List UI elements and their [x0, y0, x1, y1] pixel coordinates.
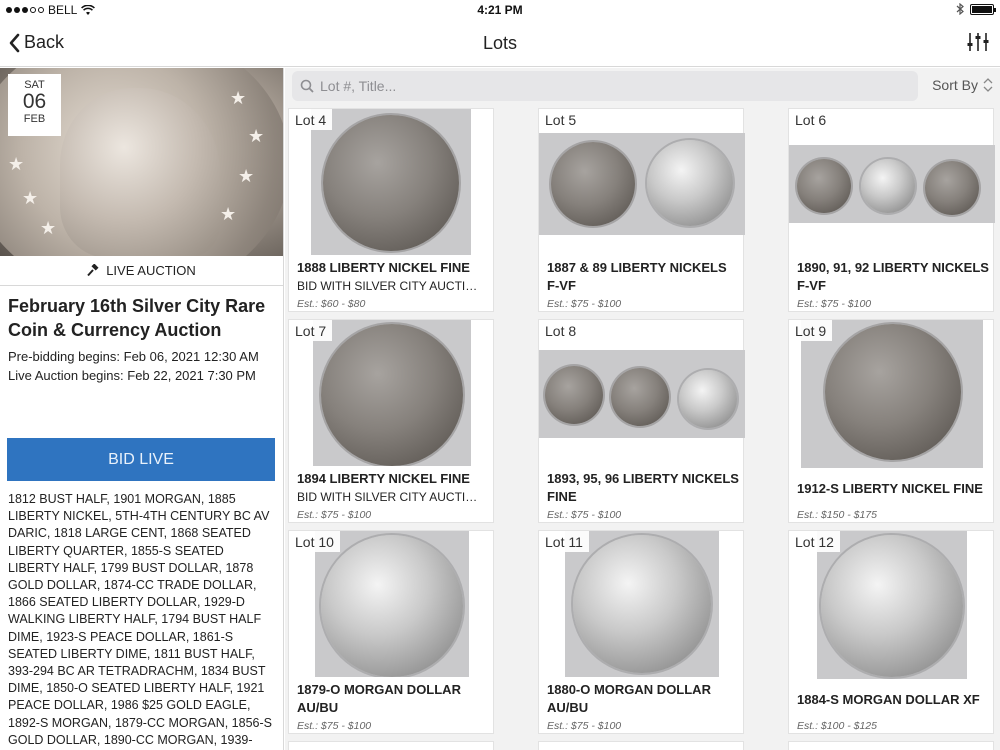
gavel-icon — [87, 264, 99, 277]
lot-title: 1912-S LIBERTY NICKEL FINE — [797, 481, 983, 496]
search-icon — [300, 79, 314, 93]
bid-live-button[interactable]: BID LIVE — [7, 438, 275, 481]
lot-title: 1884-S MORGAN DOLLAR XF — [797, 692, 980, 707]
date-badge: SAT 06 FEB — [8, 74, 61, 136]
sale-description: 1812 BUST HALF, 1901 MORGAN, 1885 LIBERT… — [8, 492, 272, 747]
date-day: 06 — [22, 90, 47, 113]
lot-card[interactable]: Lot 7 1894 LIBERTY NICKEL FINE BID WITH … — [288, 319, 494, 523]
lot-card[interactable]: Lot 4 1888 LIBERTY NICKEL FINE BID WITH … — [288, 108, 494, 312]
lot-card[interactable] — [288, 741, 494, 750]
lot-card[interactable]: Lot 6 1890, 91, 92 LIBERTY NICKELS F-VF … — [788, 108, 995, 312]
sale-title: February 16th Silver City Rare Coin & Cu… — [8, 296, 266, 340]
lot-title: 1894 LIBERTY NICKEL FINE — [297, 471, 470, 486]
lot-subtitle: BID WITH SILVER CITY AUCTION... — [297, 490, 485, 504]
date-month: FEB — [23, 113, 46, 125]
lot-number: Lot 4 — [289, 109, 333, 130]
lot-title: 1890, 91, 92 LIBERTY NICKELS F-VF — [797, 260, 989, 293]
lot-number: Lot 5 — [539, 109, 583, 130]
lot-estimate: Est.: $75 - $100 — [547, 509, 622, 521]
lot-title: 1880-O MORGAN DOLLAR AU/BU — [547, 682, 711, 715]
lot-card[interactable]: Lot 9 1912-S LIBERTY NICKEL FINE Est.: $… — [788, 319, 994, 523]
lot-title: 1888 LIBERTY NICKEL FINE — [297, 260, 470, 275]
lot-title: 1887 & 89 LIBERTY NICKELS F-VF — [547, 260, 727, 293]
lot-title: 1893, 95, 96 LIBERTY NICKELS FINE — [547, 471, 739, 504]
lot-card[interactable]: Lot 8 1893, 95, 96 LIBERTY NICKELS FINE … — [538, 319, 745, 523]
lot-card[interactable]: Lot 12 1884-S MORGAN DOLLAR XF Est.: $10… — [788, 530, 994, 734]
lot-image — [539, 350, 745, 438]
lot-estimate: Est.: $60 - $80 — [297, 298, 366, 310]
lot-image — [789, 145, 995, 223]
prebid-time: Pre-bidding begins: Feb 06, 2021 12:30 A… — [8, 349, 259, 364]
lot-estimate: Est.: $75 - $100 — [297, 720, 372, 732]
live-time: Live Auction begins: Feb 22, 2021 7:30 P… — [8, 368, 256, 383]
lot-estimate: Est.: $75 - $100 — [297, 509, 372, 521]
status-time: 4:21 PM — [477, 3, 523, 17]
lot-card[interactable]: Lot 10 1879-O MORGAN DOLLAR AU/BU Est.: … — [288, 530, 494, 734]
lot-number: Lot 7 — [289, 320, 333, 341]
lot-estimate: Est.: $75 - $100 — [797, 298, 872, 310]
lot-image — [313, 320, 471, 466]
lot-card[interactable] — [788, 741, 994, 750]
lot-number: Lot 8 — [539, 320, 583, 341]
lot-number: Lot 12 — [789, 531, 840, 552]
lot-image — [817, 531, 967, 679]
lot-number: Lot 11 — [539, 531, 589, 552]
sort-by-button[interactable]: Sort By — [932, 77, 994, 93]
lot-image — [311, 109, 471, 255]
sale-hero-image: ★ ★ ★ ★ ★ ★ ★ SAT 06 FEB — [0, 68, 283, 256]
lots-grid-panel: Sort By Lot 4 1888 LIBERTY NICKEL FINE B… — [285, 68, 1000, 750]
auction-type-row: LIVE AUCTION — [0, 256, 283, 286]
sort-by-label: Sort By — [932, 77, 978, 93]
sale-times: Pre-bidding begins: Feb 06, 2021 12:30 A… — [0, 342, 283, 385]
status-bar: BELL 4:21 PM — [0, 0, 1000, 20]
lot-image — [539, 133, 745, 235]
lot-estimate: Est.: $150 - $175 — [797, 509, 877, 521]
page-title: Lots — [482, 33, 518, 53]
lot-title: 1879-O MORGAN DOLLAR AU/BU — [297, 682, 461, 715]
lot-card[interactable]: Lot 5 1887 & 89 LIBERTY NICKELS F-VF Est… — [538, 108, 745, 312]
bluetooth-icon — [956, 3, 964, 15]
lot-image — [315, 531, 469, 677]
lot-subtitle: BID WITH SILVER CITY AUCTION... — [297, 279, 485, 293]
lot-image — [565, 531, 719, 677]
lot-estimate: Est.: $100 - $125 — [797, 720, 877, 732]
search-bar — [292, 71, 918, 101]
lot-image — [801, 320, 983, 468]
lot-estimate: Est.: $75 - $100 — [547, 298, 622, 310]
battery-icon — [970, 3, 996, 15]
lot-number: Lot 9 — [789, 320, 833, 341]
search-input[interactable] — [320, 78, 900, 94]
lot-estimate: Est.: $75 - $100 — [547, 720, 622, 732]
lot-card[interactable] — [538, 741, 744, 750]
status-right — [956, 3, 996, 15]
lot-number: Lot 6 — [789, 109, 833, 130]
sale-panel: ★ ★ ★ ★ ★ ★ ★ SAT 06 FEB LIVE AUCTION Fe… — [0, 68, 284, 750]
nav-bar: Back Lots — [0, 20, 1000, 67]
sort-chevrons-icon — [983, 78, 993, 92]
auction-type-label: LIVE AUCTION — [106, 263, 196, 278]
lot-card[interactable]: Lot 11 1880-O MORGAN DOLLAR AU/BU Est.: … — [538, 530, 744, 734]
lot-number: Lot 10 — [289, 531, 340, 552]
filter-sliders-icon[interactable] — [966, 30, 990, 54]
